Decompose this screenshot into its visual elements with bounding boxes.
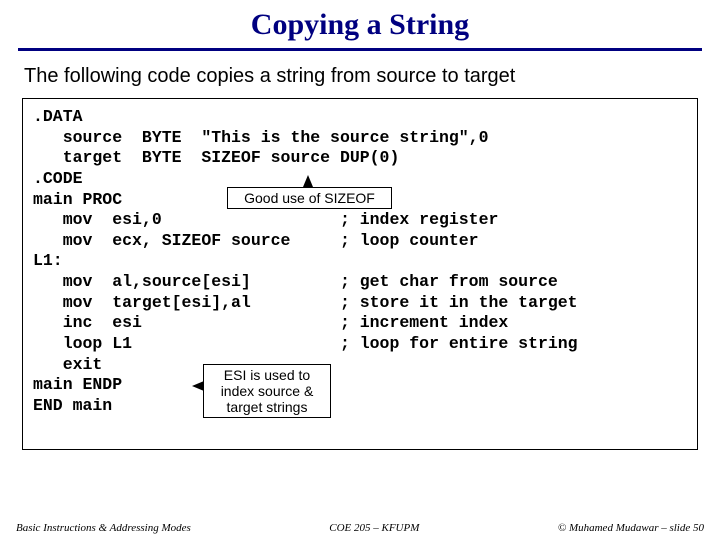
callout-sizeof: Good use of SIZEOF <box>227 187 392 209</box>
footer: Basic Instructions & Addressing Modes CO… <box>0 522 720 534</box>
footer-right: © Muhamed Mudawar – slide 50 <box>558 522 704 534</box>
subtitle-text: The following code copies a string from … <box>24 65 696 88</box>
assembly-code: .DATA source BYTE "This is the source st… <box>33 107 687 416</box>
arrow-icon <box>303 175 313 187</box>
code-block: .DATA source BYTE "This is the source st… <box>22 98 698 450</box>
slide: Copying a String The following code copi… <box>0 0 720 540</box>
page-title: Copying a String <box>18 8 702 51</box>
footer-left: Basic Instructions & Addressing Modes <box>16 522 191 534</box>
callout-esi: ESI is used to index source & target str… <box>203 364 331 418</box>
footer-center: COE 205 – KFUPM <box>191 522 558 534</box>
